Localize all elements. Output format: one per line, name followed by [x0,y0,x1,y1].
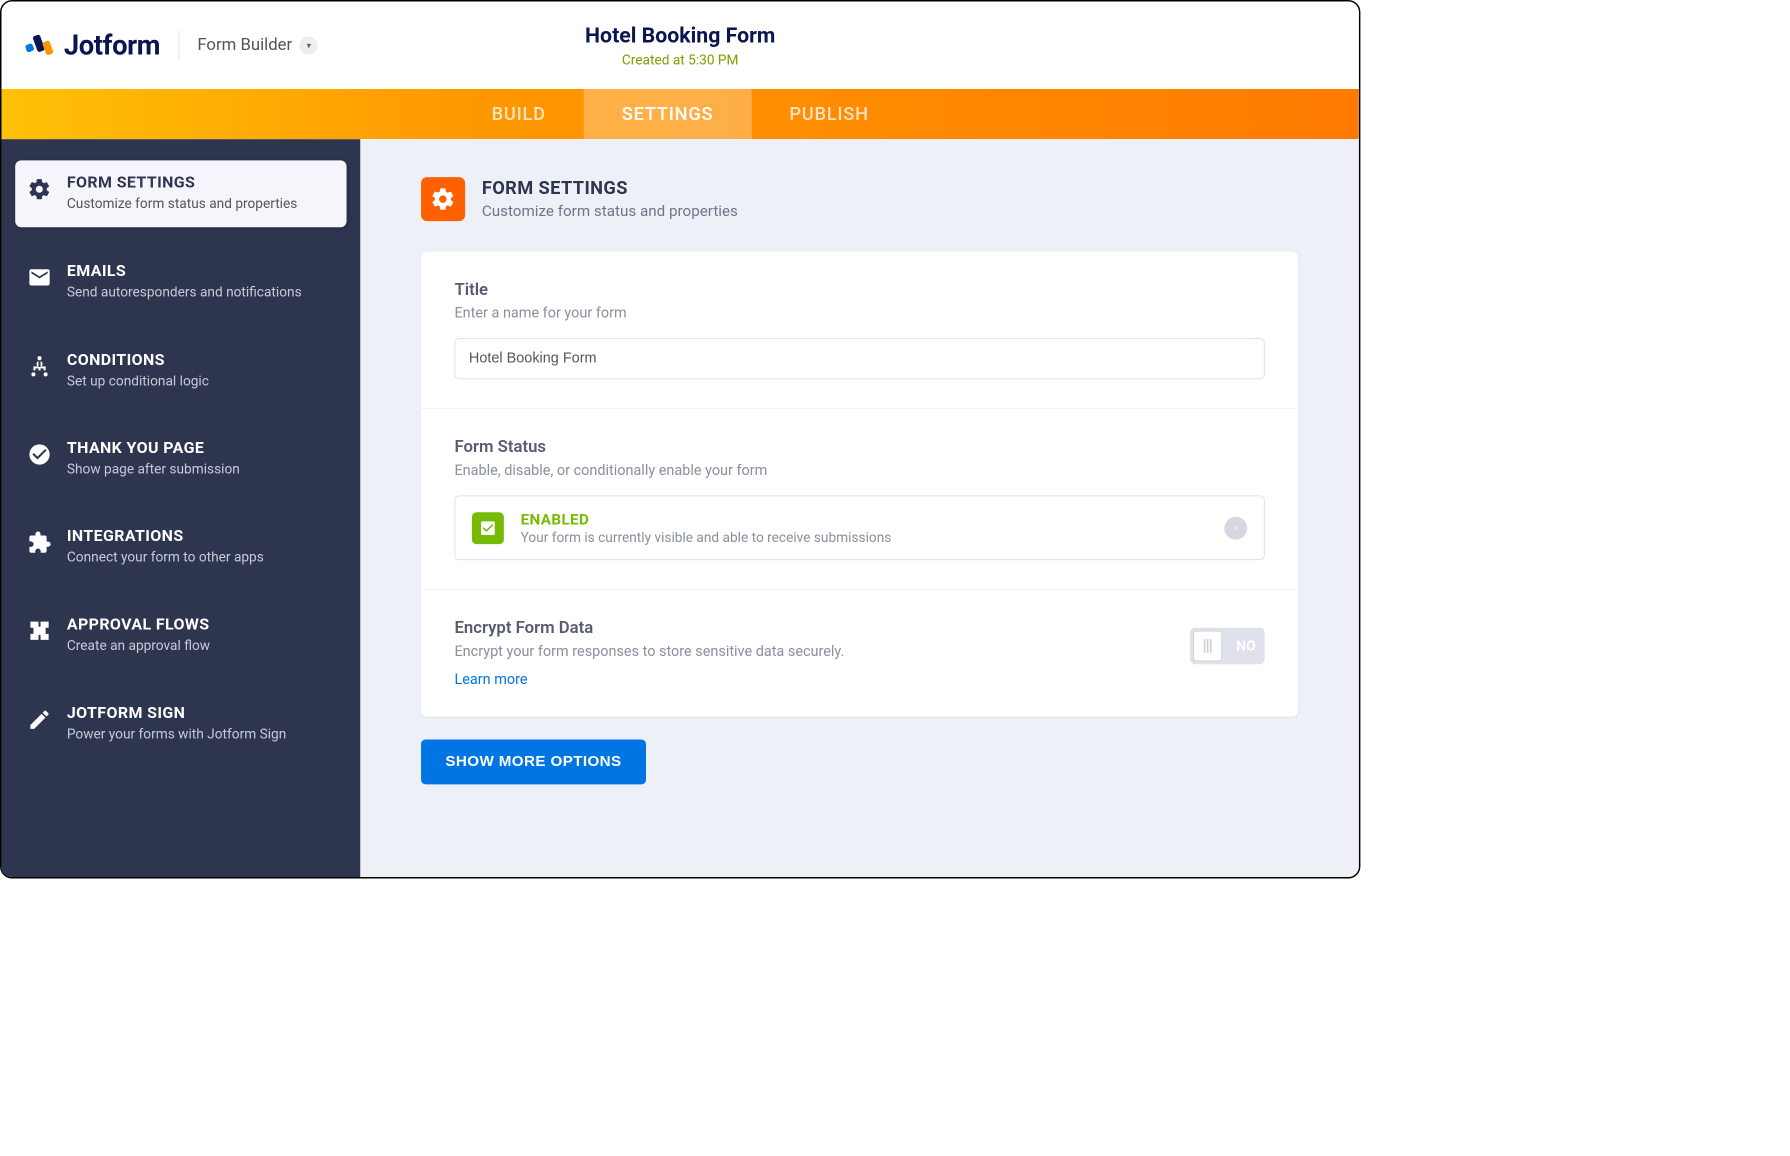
sidebar-item-approval-flows[interactable]: APPROVAL FLOWS Create an approval flow [15,602,346,669]
sidebar-item-desc: Send autoresponders and notifications [67,284,302,302]
section-desc: Enter a name for your form [454,304,1264,321]
check-circle-icon [27,442,51,466]
tab-build[interactable]: BUILD [454,89,584,139]
header-divider [178,30,179,60]
gear-icon [27,177,51,201]
form-builder-dropdown[interactable]: Form Builder ▾ [197,36,318,55]
puzzle-icon [27,531,51,555]
page-header: FORM SETTINGS Customize form status and … [421,177,1298,221]
sidebar-item-label: THANK YOU PAGE [67,439,240,457]
sidebar-item-label: APPROVAL FLOWS [67,616,210,634]
sidebar-item-desc: Create an approval flow [67,637,210,655]
form-title-input[interactable] [454,338,1264,379]
sidebar-item-label: INTEGRATIONS [67,528,264,546]
envelope-icon [27,265,51,289]
sidebar-item-desc: Show page after submission [67,460,240,478]
workflow-icon [27,619,51,643]
settings-sidebar: FORM SETTINGS Customize form status and … [2,139,361,877]
chevron-right-icon: › [1224,516,1247,539]
sidebar-item-desc: Set up conditional logic [67,372,209,390]
section-label: Encrypt Form Data [454,619,1167,638]
sidebar-item-thank-you[interactable]: THANK YOU PAGE Show page after submissio… [15,426,346,493]
app-header: Jotform Form Builder ▾ Hotel Booking For… [2,2,1359,89]
page-title: FORM SETTINGS [482,177,738,198]
brand-logo[interactable]: Jotform [24,29,160,61]
toggle-handle-icon [1193,631,1222,661]
section-label: Title [454,280,1264,299]
sidebar-item-jotform-sign[interactable]: JOTFORM SIGN Power your forms with Jotfo… [15,691,346,758]
settings-card: Title Enter a name for your form Form St… [421,252,1298,717]
sidebar-item-label: JOTFORM SIGN [67,704,286,722]
section-label: Form Status [454,438,1264,457]
sidebar-item-label: EMAILS [67,262,302,280]
sidebar-item-desc: Customize form status and properties [67,195,297,213]
sidebar-item-desc: Connect your form to other apps [67,549,264,567]
status-desc: Your form is currently visible and able … [521,530,1208,546]
encrypt-toggle[interactable]: NO [1190,628,1264,664]
jotform-logo-icon [24,30,54,60]
section-desc: Encrypt your form responses to store sen… [454,642,1167,659]
form-title-block: Hotel Booking Form Created at 5:30 PM [585,22,775,68]
signature-icon [27,707,51,731]
sidebar-item-emails[interactable]: EMAILS Send autoresponders and notificat… [15,249,346,316]
tab-settings[interactable]: SETTINGS [584,89,752,139]
sidebar-item-integrations[interactable]: INTEGRATIONS Connect your form to other … [15,514,346,581]
toggle-label: NO [1236,638,1255,654]
status-section: Form Status Enable, disable, or conditio… [421,409,1298,590]
page-desc: Customize form status and properties [482,201,738,219]
form-status-selector[interactable]: ENABLED Your form is currently visible a… [454,496,1264,561]
status-label: ENABLED [521,510,1208,528]
form-title: Hotel Booking Form [585,22,775,47]
main-content: FORM SETTINGS Customize form status and … [360,139,1359,877]
sidebar-item-label: FORM SETTINGS [67,174,297,192]
learn-more-link[interactable]: Learn more [454,670,527,687]
sidebar-item-form-settings[interactable]: FORM SETTINGS Customize form status and … [15,160,346,227]
gear-icon [421,177,465,221]
main-tabbar: BUILD SETTINGS PUBLISH [2,89,1359,139]
chevron-down-icon: ▾ [300,36,318,54]
brand-name: Jotform [64,29,160,61]
encrypt-section: Encrypt Form Data Encrypt your form resp… [421,590,1298,717]
form-created-meta: Created at 5:30 PM [585,52,775,68]
title-section: Title Enter a name for your form [421,252,1298,409]
section-desc: Enable, disable, or conditionally enable… [454,461,1264,478]
show-more-options-button[interactable]: SHOW MORE OPTIONS [421,739,646,784]
sidebar-item-desc: Power your forms with Jotform Sign [67,726,286,744]
sidebar-item-label: CONDITIONS [67,351,209,369]
enabled-icon [472,512,504,544]
tab-publish[interactable]: PUBLISH [751,89,906,139]
builder-label: Form Builder [197,36,292,55]
branch-icon [27,354,51,378]
sidebar-item-conditions[interactable]: CONDITIONS Set up conditional logic [15,337,346,404]
